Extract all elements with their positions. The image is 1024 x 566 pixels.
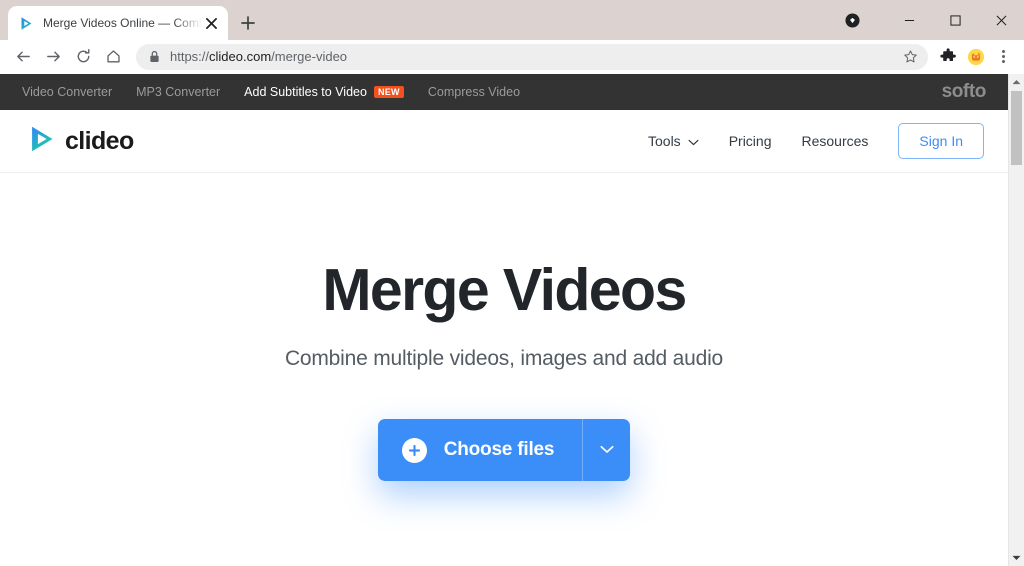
- profile-avatar-icon[interactable]: [832, 3, 872, 37]
- close-icon[interactable]: [202, 14, 220, 32]
- page-title: Merge Videos: [322, 257, 687, 323]
- maximize-button[interactable]: [932, 3, 978, 37]
- site-header: clideo Tools Pricing Resources Sign In: [0, 110, 1008, 173]
- scrollbar-thumb[interactable]: [1011, 91, 1022, 165]
- clideo-play-logo-icon: [28, 125, 56, 158]
- nav-item-pricing[interactable]: Pricing: [729, 133, 772, 149]
- clideo-play-icon: [18, 15, 34, 31]
- browser-window: Merge Videos Online — Combine Video File…: [0, 0, 1024, 566]
- clideo-brand[interactable]: clideo: [28, 125, 134, 158]
- softo-links: Video Converter MP3 Converter Add Subtit…: [22, 85, 520, 99]
- page-viewport: Video Converter MP3 Converter Add Subtit…: [0, 74, 1024, 566]
- sign-in-button[interactable]: Sign In: [898, 123, 984, 159]
- clideo-logo-text: clideo: [65, 126, 134, 155]
- address-bar[interactable]: https://clideo.com/merge-video: [136, 43, 928, 70]
- choose-files-button[interactable]: Choose files: [378, 419, 583, 481]
- url-text: https://clideo.com/merge-video: [170, 49, 348, 64]
- page-scrollbar[interactable]: [1008, 74, 1024, 566]
- window-close-button[interactable]: [978, 3, 1024, 37]
- forward-arrow-icon[interactable]: [38, 42, 68, 72]
- chevron-down-icon: [600, 441, 614, 459]
- topbar-link-add-subtitles[interactable]: Add Subtitles to Video NEW: [244, 85, 404, 99]
- scroll-down-arrow-icon[interactable]: [1009, 550, 1024, 566]
- dog-extension-icon[interactable]: [962, 43, 990, 71]
- page-subtitle: Combine multiple videos, images and add …: [284, 347, 724, 370]
- hero-section: Merge Videos Combine multiple videos, im…: [0, 173, 1008, 481]
- tab-strip: Merge Videos Online — Combine Video File…: [0, 0, 1024, 40]
- tab-title: Merge Videos Online — Combine Video File…: [43, 16, 202, 30]
- home-icon[interactable]: [98, 42, 128, 72]
- softo-top-bar: Video Converter MP3 Converter Add Subtit…: [0, 74, 1008, 110]
- topbar-link-video-converter[interactable]: Video Converter: [22, 85, 112, 99]
- nav-item-resources[interactable]: Resources: [801, 133, 868, 149]
- puzzle-piece-icon[interactable]: [934, 43, 962, 71]
- web-page: Video Converter MP3 Converter Add Subtit…: [0, 74, 1008, 566]
- lock-icon[interactable]: [149, 50, 160, 63]
- choose-files-label: Choose files: [443, 439, 555, 460]
- topbar-link-label: Add Subtitles to Video: [244, 85, 367, 99]
- choose-files-group: Choose files: [377, 419, 631, 481]
- softo-logo[interactable]: softo: [942, 81, 987, 103]
- browser-toolbar: https://clideo.com/merge-video: [0, 40, 1024, 74]
- site-nav: Tools Pricing Resources Sign In: [648, 123, 984, 159]
- new-badge: NEW: [373, 86, 404, 98]
- reload-icon[interactable]: [68, 42, 98, 72]
- scroll-up-arrow-icon[interactable]: [1009, 74, 1024, 90]
- nav-label: Tools: [648, 133, 681, 149]
- choose-files-dropdown-button[interactable]: [582, 419, 630, 481]
- star-icon[interactable]: [898, 45, 922, 69]
- browser-tab[interactable]: Merge Videos Online — Combine Video File…: [8, 6, 228, 40]
- new-tab-button[interactable]: [234, 9, 262, 37]
- window-controls: [832, 0, 1024, 40]
- plus-circle-icon: [401, 437, 427, 463]
- cta-wrapper: Choose files: [0, 419, 1008, 481]
- back-arrow-icon[interactable]: [8, 42, 38, 72]
- topbar-link-mp3-converter[interactable]: MP3 Converter: [136, 85, 220, 99]
- three-dot-menu-icon[interactable]: [990, 43, 1016, 71]
- chevron-down-icon: [688, 133, 699, 149]
- minimize-button[interactable]: [886, 3, 932, 37]
- topbar-link-compress-video[interactable]: Compress Video: [428, 85, 520, 99]
- nav-item-tools[interactable]: Tools: [648, 133, 699, 149]
